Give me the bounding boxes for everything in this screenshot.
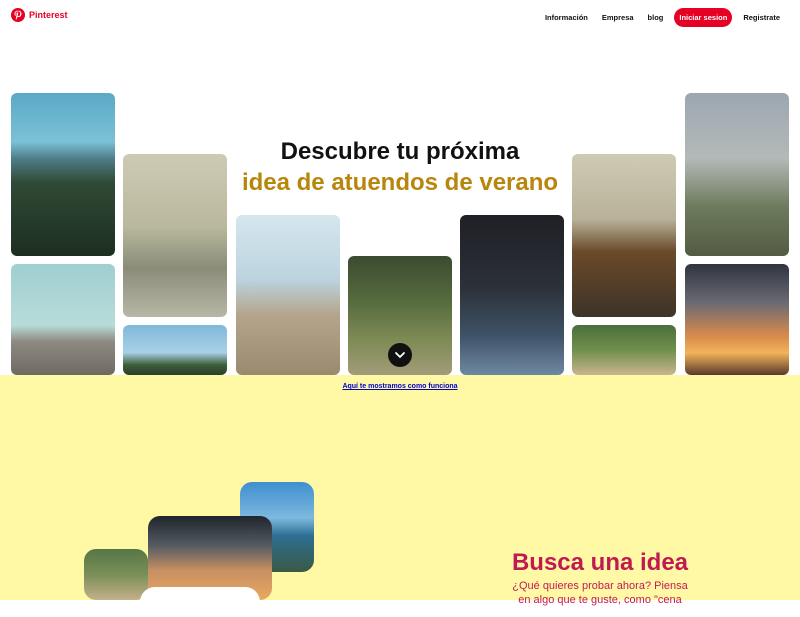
pinterest-icon bbox=[11, 8, 25, 22]
scroll-down-button[interactable] bbox=[388, 343, 412, 367]
chevron-down-icon bbox=[395, 352, 405, 358]
pin-image-woman-path[interactable] bbox=[236, 215, 340, 375]
signup-button[interactable]: Registrate bbox=[743, 13, 780, 22]
section-image-pug-blanket bbox=[84, 549, 148, 600]
hero-subtitle: idea de atuendos de verano bbox=[241, 169, 559, 196]
brand-name: Pinterest bbox=[29, 10, 68, 20]
pin-image-pug[interactable] bbox=[572, 325, 676, 375]
nav-info-link[interactable]: Información bbox=[545, 13, 588, 22]
hero-title: Descubre tu próxima bbox=[280, 138, 520, 165]
pin-image-sky-trees[interactable] bbox=[123, 325, 227, 375]
nav-company-link[interactable]: Empresa bbox=[602, 13, 634, 22]
pin-image-building[interactable] bbox=[11, 264, 115, 375]
pinterest-logo[interactable]: Pinterest bbox=[11, 8, 68, 22]
pin-image-night-walk[interactable] bbox=[460, 215, 564, 375]
nav-blog-link[interactable]: blog bbox=[648, 13, 664, 22]
section-description: ¿Qué quieres probar ahora? Piensa en alg… bbox=[512, 580, 688, 606]
section-title: Busca una idea bbox=[511, 549, 689, 576]
nav-links: Información Empresa blog Iniciar sesion … bbox=[538, 7, 800, 27]
login-button[interactable]: Iniciar sesion bbox=[674, 7, 733, 27]
top-nav-bar: Pinterest Información Empresa blog Inici… bbox=[0, 0, 800, 34]
search-bubble bbox=[140, 587, 260, 617]
how-it-works-link[interactable]: Aquí te mostramos como funciona bbox=[0, 383, 800, 390]
pin-image-sunset-city[interactable] bbox=[685, 264, 789, 375]
